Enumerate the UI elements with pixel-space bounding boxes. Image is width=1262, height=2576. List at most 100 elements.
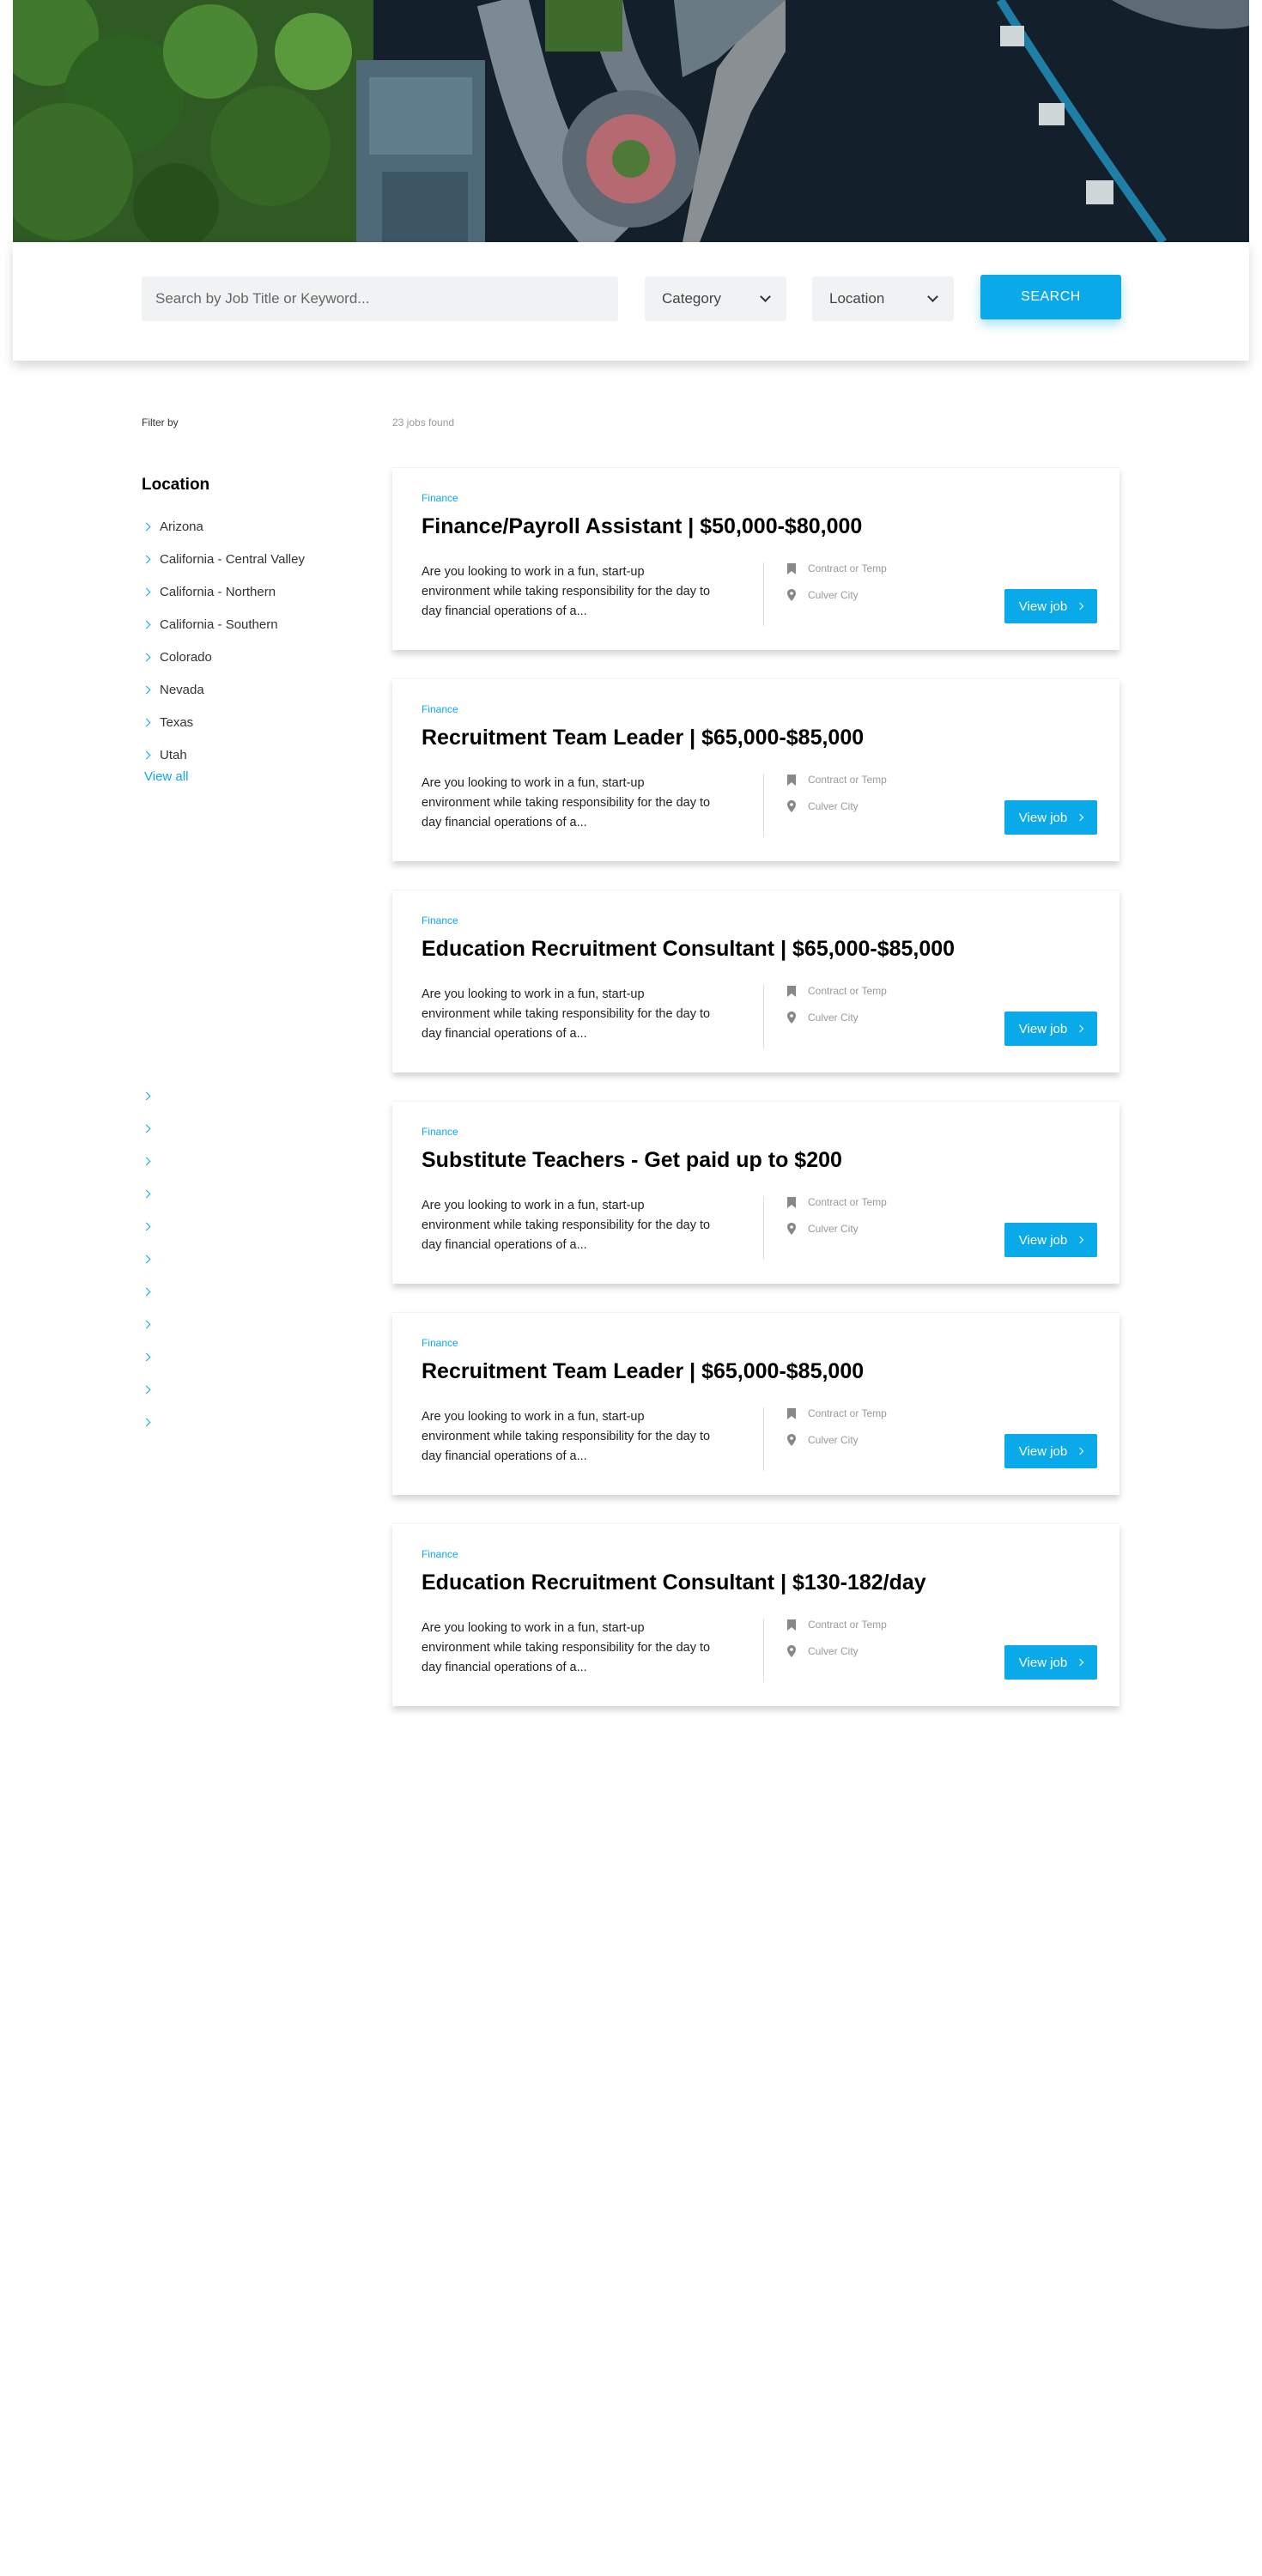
bookmark-icon [787, 1407, 796, 1419]
job-location-label: Culver City [808, 1434, 859, 1446]
chevron-right-icon [142, 587, 151, 596]
location-select-label: Location [829, 290, 885, 307]
chevron-right-icon [142, 750, 151, 759]
category-select[interactable]: Category [645, 276, 786, 321]
map-pin-icon [787, 1434, 796, 1446]
chevron-right-icon [142, 1091, 151, 1100]
job-category[interactable]: Finance [422, 1548, 458, 1560]
map-pin-icon [787, 800, 796, 812]
filter-item[interactable] [142, 1177, 160, 1210]
job-title[interactable]: Education Recruitment Consultant | $65,0… [422, 937, 955, 962]
job-title[interactable]: Substitute Teachers - Get paid up to $20… [422, 1148, 842, 1173]
divider [763, 562, 764, 626]
view-all-link[interactable]: View all [144, 769, 188, 784]
chevron-right-icon [142, 522, 151, 531]
view-job-button[interactable]: View job [1004, 1434, 1097, 1468]
chevron-right-icon [142, 1222, 151, 1230]
search-button[interactable]: SEARCH [980, 275, 1121, 319]
filter-item[interactable] [142, 1275, 160, 1308]
map-pin-icon [787, 1645, 796, 1657]
view-job-label: View job [1018, 1021, 1068, 1036]
job-title[interactable]: Recruitment Team Leader | $65,000-$85,00… [422, 726, 864, 750]
job-category[interactable]: Finance [422, 1126, 458, 1138]
location-filter-title: Location [142, 476, 210, 494]
filter-item[interactable] [142, 1242, 160, 1275]
location-filter-label: Arizona [160, 519, 203, 534]
filter-item[interactable] [142, 1145, 160, 1177]
location-filter-item[interactable]: California - Central Valley [142, 543, 305, 575]
chevron-right-icon [142, 1287, 151, 1296]
view-job-button[interactable]: View job [1004, 1645, 1097, 1680]
search-input[interactable] [142, 276, 618, 321]
location-filter-item[interactable]: California - Northern [142, 575, 305, 608]
job-description: Are you looking to work in a fun, start-… [422, 1410, 711, 1463]
view-job-button[interactable]: View job [1004, 1012, 1097, 1046]
chevron-right-icon [1076, 813, 1084, 822]
location-filter-item[interactable]: Nevada [142, 673, 305, 706]
filter-item[interactable] [142, 1373, 160, 1406]
bookmark-icon [787, 1196, 796, 1208]
category-select-label: Category [662, 290, 721, 307]
filter-item[interactable] [142, 1340, 160, 1373]
job-description: Are you looking to work in a fun, start-… [422, 776, 711, 829]
job-title[interactable]: Recruitment Team Leader | $65,000-$85,00… [422, 1359, 864, 1384]
divider [763, 774, 764, 837]
chevron-right-icon [142, 718, 151, 726]
bookmark-icon [787, 562, 796, 574]
job-category[interactable]: Finance [422, 914, 458, 927]
filter-item[interactable] [142, 1406, 160, 1438]
job-title[interactable]: Education Recruitment Consultant | $130-… [422, 1571, 926, 1595]
filter-item[interactable] [142, 1308, 160, 1340]
location-filter-label: California - Northern [160, 584, 276, 599]
job-type-label: Contract or Temp [808, 985, 887, 997]
location-filter-item[interactable]: Utah [142, 738, 305, 771]
job-type: Contract or Temp [787, 1407, 887, 1419]
job-list: Finance Finance/Payroll Assistant | $50,… [392, 467, 1119, 1735]
job-type-label: Contract or Temp [808, 1619, 887, 1631]
job-card: Finance Education Recruitment Consultant… [392, 890, 1119, 1072]
secondary-filter-list [142, 1079, 160, 1438]
location-filter-item[interactable]: Texas [142, 706, 305, 738]
job-category[interactable]: Finance [422, 1337, 458, 1349]
chevron-right-icon [142, 653, 151, 661]
job-type: Contract or Temp [787, 985, 887, 997]
map-pin-icon [787, 589, 796, 601]
location-filter-item[interactable]: Colorado [142, 641, 305, 673]
chevron-down-icon [760, 291, 771, 302]
job-location: Culver City [787, 800, 859, 812]
bookmark-icon [787, 774, 796, 786]
map-pin-icon [787, 1223, 796, 1235]
chevron-right-icon [1076, 602, 1084, 611]
job-type-label: Contract or Temp [808, 562, 887, 574]
location-filter-label: California - Southern [160, 617, 278, 632]
chevron-right-icon [142, 1352, 151, 1361]
job-location: Culver City [787, 1223, 859, 1235]
job-type-label: Contract or Temp [808, 1407, 887, 1419]
job-location-label: Culver City [808, 589, 859, 601]
filter-item[interactable] [142, 1210, 160, 1242]
job-location-label: Culver City [808, 1645, 859, 1657]
view-job-button[interactable]: View job [1004, 800, 1097, 835]
job-title[interactable]: Finance/Payroll Assistant | $50,000-$80,… [422, 514, 862, 539]
view-job-button[interactable]: View job [1004, 1223, 1097, 1257]
chevron-down-icon [927, 291, 938, 302]
view-job-button[interactable]: View job [1004, 589, 1097, 623]
filter-item[interactable] [142, 1112, 160, 1145]
job-card: Finance Substitute Teachers - Get paid u… [392, 1101, 1119, 1284]
job-card: Finance Recruitment Team Leader | $65,00… [392, 1312, 1119, 1495]
job-category[interactable]: Finance [422, 492, 458, 504]
job-category[interactable]: Finance [422, 703, 458, 715]
divider [763, 1619, 764, 1682]
job-description: Are you looking to work in a fun, start-… [422, 565, 711, 618]
location-filter-list: Arizona California - Central Valley Cali… [142, 510, 305, 771]
chevron-right-icon [142, 1418, 151, 1426]
chevron-right-icon [142, 555, 151, 563]
filter-item[interactable] [142, 1079, 160, 1112]
divider [763, 1196, 764, 1260]
location-filter-item[interactable]: Arizona [142, 510, 305, 543]
location-select[interactable]: Location [812, 276, 954, 321]
location-filter-item[interactable]: California - Southern [142, 608, 305, 641]
chevron-right-icon [142, 1255, 151, 1263]
location-filter-label: Colorado [160, 649, 212, 665]
divider [763, 985, 764, 1048]
